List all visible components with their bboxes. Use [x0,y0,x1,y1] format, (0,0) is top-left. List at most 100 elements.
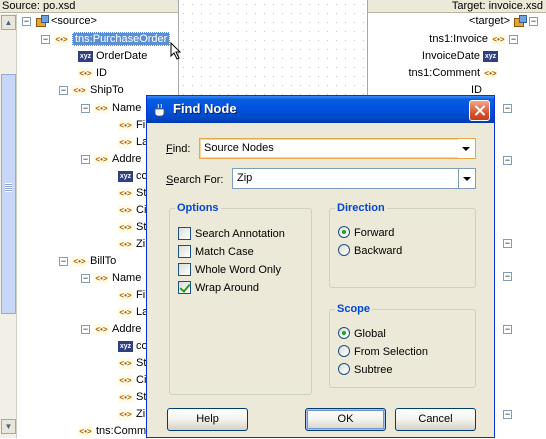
attribute-icon: xyz [118,170,133,182]
collapse-toggle[interactable]: − [503,325,512,334]
collapse-toggle[interactable]: − [503,156,512,165]
close-button[interactable] [469,100,490,121]
tree-node-source[interactable]: − <source> [22,13,97,29]
collapse-toggle[interactable]: − [503,410,512,419]
radio-dot[interactable] [338,363,350,376]
search-for-label: Search For: [166,174,224,186]
scope-group: Scope Global From Selection Subtree [329,302,476,388]
search-annotation-checkbox[interactable]: Search Annotation [178,226,285,242]
tree-node-comment[interactable]: tns1:Comment [408,65,498,81]
radio-dot[interactable] [338,345,350,358]
tree-node-zip[interactable]: Zi [118,406,145,422]
tree-node-id[interactable]: ID [78,65,107,81]
element-icon [483,67,498,79]
tree-node-orderdate[interactable]: xyz OrderDate [78,48,147,64]
tree-node-address[interactable]: −Addre [81,321,141,337]
element-icon [78,67,93,79]
cancel-button[interactable]: Cancel [395,408,476,431]
element-icon [118,391,133,403]
attribute-icon: xyz [483,50,498,62]
element-icon [118,204,133,216]
ok-button[interactable]: OK [305,408,386,431]
global-radio[interactable]: Global [338,326,386,342]
element-icon [54,33,69,45]
tree-node-billto[interactable]: −BillTo [59,253,116,269]
collapse-toggle[interactable]: − [81,154,90,164]
options-group-title: Options [175,201,221,215]
checkbox-box[interactable] [178,244,191,258]
search-for-combobox[interactable]: Zip [232,168,476,189]
collapse-toggle[interactable]: − [41,34,50,44]
checkbox-box[interactable] [178,262,191,276]
scroll-up-arrow[interactable]: ▲ [1,15,16,30]
tree-node-lastname[interactable]: La [118,304,148,320]
element-icon [118,374,133,386]
whole-word-only-checkbox[interactable]: Whole Word Only [178,262,281,278]
dialog-title: Find Node [173,101,237,116]
target-header: Target: invoice.xsd [368,0,546,13]
help-button[interactable]: Help [167,408,248,431]
scroll-down-arrow[interactable]: ▼ [1,419,16,434]
tree-node-purchaseorder[interactable]: −tns:PurchaseOrder [41,31,171,47]
find-combobox[interactable]: Source Nodes [199,138,476,159]
tree-node-city[interactable]: Ci [118,372,146,388]
mouse-pointer-icon [170,42,182,60]
tree-node-city[interactable]: Ci [118,202,146,218]
collapse-toggle[interactable]: − [81,103,90,113]
checkbox-box[interactable] [178,226,191,240]
tree-node-target[interactable]: <target> − [469,13,542,29]
tree-node-invoicedate[interactable]: InvoiceDate xyz [422,48,498,64]
radio-dot[interactable] [338,327,350,340]
collapse-toggle[interactable]: − [509,34,518,44]
collapse-toggle[interactable]: − [22,16,31,26]
tree-node-invoice[interactable]: tns1:Invoice− [429,31,522,47]
match-case-checkbox[interactable]: Match Case [178,244,254,260]
forward-radio[interactable]: Forward [338,225,394,241]
collapse-toggle[interactable]: − [81,273,90,283]
wrap-around-checkbox[interactable]: Wrap Around [178,280,259,296]
scope-group-title: Scope [335,302,373,316]
tree-node-country[interactable]: xyz co [118,338,148,354]
element-icon [118,408,133,420]
radio-dot[interactable] [338,226,350,239]
element-icon [118,238,133,250]
collapse-toggle[interactable]: − [503,272,512,281]
tree-node-street[interactable]: St [118,185,146,201]
tree-node-name[interactable]: −Name [81,270,141,286]
tree-node-comment[interactable]: tns:Comm [78,423,146,439]
backward-radio[interactable]: Backward [338,243,402,259]
chevron-down-icon[interactable] [458,169,475,188]
collapse-toggle[interactable]: − [503,104,512,113]
scroll-thumb[interactable] [1,74,16,314]
collapse-toggle[interactable]: − [59,256,68,266]
radio-dot[interactable] [338,244,350,257]
tree-node-zip[interactable]: Zi [118,236,145,252]
element-icon [94,102,109,114]
tree-node-state[interactable]: St [118,219,146,235]
element-icon [491,33,506,45]
source-scrollbar[interactable]: ▲ ▼ [0,14,17,438]
element-icon [72,255,87,267]
subtree-radio[interactable]: Subtree [338,362,393,378]
dialog-title-bar[interactable]: Find Node [147,96,494,123]
tree-node-shipto[interactable]: −ShipTo [59,82,124,98]
checkbox-box[interactable] [178,280,191,294]
tree-node-firstname[interactable]: Fi [118,117,145,133]
collapse-toggle[interactable]: − [81,324,90,334]
tree-node-country[interactable]: xyz co [118,168,148,184]
element-icon [94,153,109,165]
collapse-toggle[interactable]: − [503,239,512,248]
tree-node-name[interactable]: −Name [81,100,141,116]
tree-node-address[interactable]: −Addre [81,151,141,167]
chevron-down-icon[interactable] [458,139,475,158]
tree-node-street[interactable]: St [118,355,146,371]
tree-node-state[interactable]: St [118,389,146,405]
collapse-toggle[interactable]: − [529,16,538,26]
from-selection-radio[interactable]: From Selection [338,344,428,360]
element-icon [118,221,133,233]
tree-node-lastname[interactable]: La [118,134,148,150]
collapse-toggle[interactable]: − [59,85,68,95]
element-icon [118,119,133,131]
element-icon [118,357,133,369]
tree-node-firstname[interactable]: Fi [118,287,145,303]
